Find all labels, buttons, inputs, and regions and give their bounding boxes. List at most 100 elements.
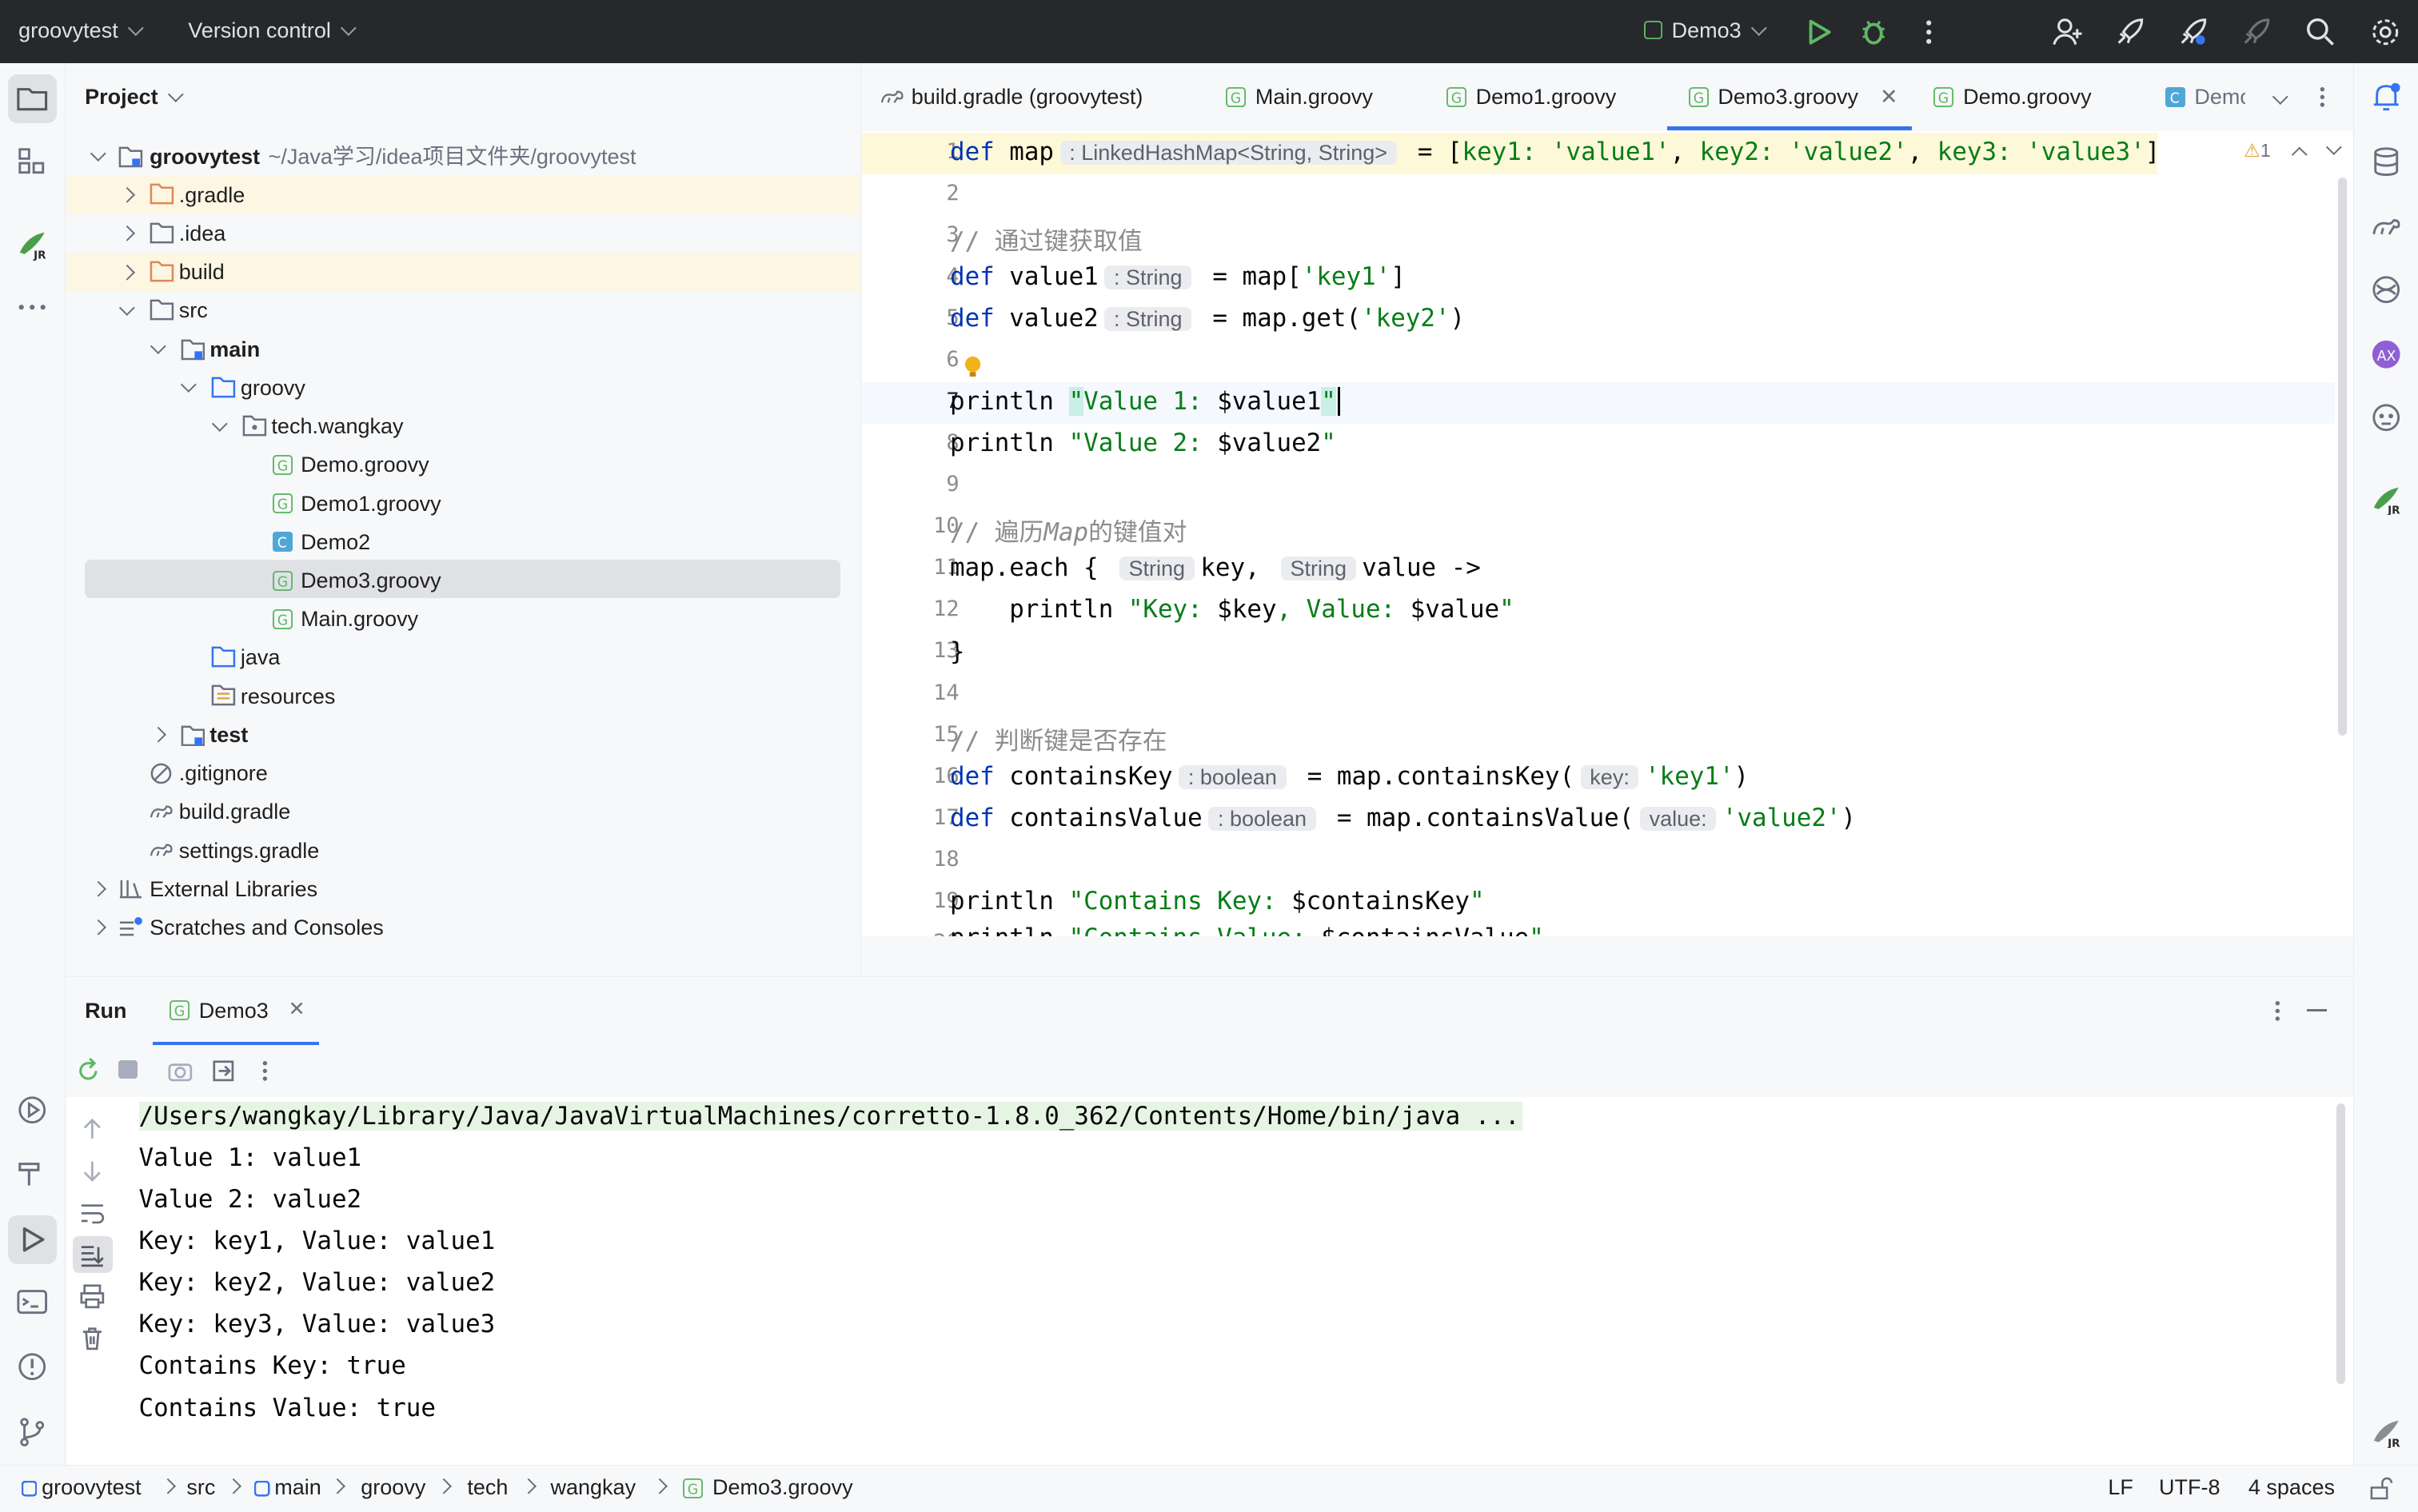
tab-demo3-groovy-active[interactable]: G Demo3.groovy ✕ [1666, 63, 1913, 131]
plugin-icon[interactable]: AX [2369, 337, 2403, 371]
console-line: Value 1: value1 [138, 1143, 362, 1173]
line-separator-indicator[interactable]: LF [2108, 1475, 2133, 1500]
print-icon[interactable] [78, 1283, 106, 1311]
breadcrumb-item[interactable]: tech [467, 1475, 508, 1500]
more-horizontal-icon[interactable] [15, 290, 49, 324]
more-vertical-icon[interactable] [2308, 83, 2336, 111]
breadcrumb-item[interactable]: src [186, 1475, 215, 1500]
exit-icon[interactable] [209, 1057, 237, 1085]
tab-demo2-truncated[interactable]: C Demo [2165, 63, 2245, 131]
chevron-up-icon[interactable] [2292, 146, 2308, 163]
tree-row-external-libraries[interactable]: External Libraries [66, 870, 860, 908]
scroll-to-end-button[interactable] [72, 1235, 113, 1274]
more-vertical-icon[interactable] [2264, 997, 2292, 1025]
tab-demo-groovy[interactable]: G Demo.groovy [1933, 63, 2092, 131]
tree-row-file[interactable]: G Demo1.groovy [66, 485, 860, 523]
run-icon[interactable] [1802, 15, 1835, 49]
tree-row-java-dir[interactable]: java [66, 638, 860, 676]
tree-row-package[interactable]: tech.wangkay [66, 407, 860, 445]
problems-icon[interactable] [15, 1350, 49, 1383]
jrebel-icon[interactable]: JR [2369, 481, 2403, 515]
rerun-icon[interactable] [74, 1057, 102, 1085]
code-editor[interactable]: 1 2 3 4 5 6 7 8 9 10 11 12 13 14 15 16 1… [862, 130, 2354, 936]
jrebel-icon[interactable]: JR [15, 226, 49, 261]
chevron-down-icon[interactable] [2326, 139, 2342, 155]
tree-row-file-selected[interactable]: G Demo3.groovy [66, 561, 860, 600]
tree-row-gradle-dir[interactable]: .gradle [66, 175, 861, 215]
project-selector[interactable]: groovytest [18, 18, 144, 43]
close-icon[interactable]: ✕ [289, 997, 305, 1021]
structure-icon[interactable] [15, 145, 49, 178]
rocket-upload-icon[interactable] [2176, 15, 2209, 49]
trash-icon[interactable] [78, 1324, 106, 1352]
database-icon[interactable] [2369, 145, 2403, 178]
arrow-down-icon[interactable] [78, 1157, 106, 1185]
tree-row-scratches[interactable]: Scratches and Consoles [66, 908, 860, 947]
more-vertical-icon[interactable] [1912, 15, 1945, 49]
run-config-selector[interactable]: Demo3 [1643, 18, 1767, 43]
project-view-selector[interactable]: Project [85, 85, 184, 110]
copilot-icon[interactable] [2369, 401, 2403, 434]
git-branch-icon[interactable] [15, 1414, 49, 1448]
lightbulb-icon[interactable] [964, 355, 982, 380]
tree-row-file[interactable]: G Main.groovy [66, 600, 860, 638]
camera-icon[interactable] [166, 1057, 194, 1085]
run-tab-demo3[interactable]: G Demo3 ✕ [152, 977, 320, 1046]
close-icon[interactable]: ✕ [1880, 63, 1898, 131]
param-hint: value: [1640, 806, 1717, 831]
tab-demo1-groovy[interactable]: G Demo1.groovy [1446, 63, 1616, 131]
line-number: 15 [933, 721, 960, 747]
chevron-right-icon [435, 1478, 452, 1494]
minimize-icon[interactable] [2307, 1009, 2328, 1012]
tab-main-groovy[interactable]: G Main.groovy [1226, 63, 1373, 131]
ai-assistant-icon[interactable] [2369, 273, 2403, 306]
tree-row-file[interactable]: C Demo2 [66, 523, 860, 561]
debug-icon[interactable] [1857, 15, 1890, 49]
console-scrollbar[interactable] [2336, 1103, 2346, 1384]
tree-row-groovy-dir[interactable]: groovy [66, 369, 860, 407]
tree-row-root[interactable]: groovytest ~/Java学习/idea项目文件夹/groovytest [66, 138, 860, 176]
tree-row-settings-gradle[interactable]: settings.gradle [66, 832, 860, 870]
arrow-up-icon[interactable] [78, 1115, 106, 1143]
rocket-disabled-icon[interactable] [2239, 15, 2272, 49]
services-icon[interactable] [15, 1093, 49, 1127]
tree-row-build-gradle[interactable]: build.gradle [66, 792, 860, 831]
project-tool-button[interactable] [7, 74, 58, 124]
settings-gear-icon[interactable] [2368, 15, 2402, 49]
rocket-icon[interactable] [2113, 15, 2146, 49]
build-hammer-icon[interactable] [15, 1156, 49, 1190]
tree-row-build-dir[interactable]: build [66, 253, 861, 292]
more-vertical-icon[interactable] [251, 1057, 279, 1085]
tab-build-gradle[interactable]: build.gradle (groovytest) [880, 63, 1143, 131]
jrebel-icon[interactable]: JR [2369, 1414, 2403, 1448]
vcs-menu[interactable]: Version control [188, 18, 357, 43]
editor-scrollbar[interactable] [2337, 177, 2348, 736]
gradle-icon[interactable] [2369, 209, 2403, 243]
breadcrumb-item[interactable]: wangkay [551, 1475, 636, 1500]
breadcrumb-item[interactable]: main [274, 1475, 321, 1500]
search-icon[interactable] [2304, 15, 2337, 49]
tree-row-src-dir[interactable]: src [66, 291, 860, 329]
tree-row-test-dir[interactable]: test [66, 716, 860, 754]
tree-row-gitignore[interactable]: .gitignore [66, 754, 860, 792]
tree-row-file[interactable]: G Demo.groovy [66, 445, 860, 484]
lock-icon[interactable] [2368, 1477, 2393, 1502]
soft-wrap-icon[interactable] [78, 1199, 106, 1227]
stop-icon[interactable] [118, 1059, 138, 1079]
tree-row-resources-dir[interactable]: resources [66, 677, 860, 716]
run-tool-button[interactable] [7, 1215, 58, 1265]
encoding-indicator[interactable]: UTF-8 [2159, 1475, 2220, 1500]
editor-tab-bar: build.gradle (groovytest) G Main.groovy G… [862, 63, 2354, 132]
add-user-icon[interactable] [2051, 15, 2085, 49]
tree-row-main-dir[interactable]: main [66, 330, 860, 369]
tree-row-idea-dir[interactable]: .idea [66, 214, 860, 253]
breadcrumb-item[interactable]: groovytest [42, 1475, 142, 1500]
breadcrumb-item[interactable]: groovy [361, 1475, 425, 1500]
indent-indicator[interactable]: 4 spaces [2248, 1475, 2335, 1500]
notifications-bell-icon[interactable] [2369, 80, 2403, 114]
tabs-dropdown-chevron-icon[interactable] [2272, 88, 2288, 105]
console-output[interactable]: /Users/wangkay/Library/Java/JavaVirtualM… [118, 1097, 2354, 1466]
inspection-widget[interactable]: ⚠1 [2244, 139, 2342, 163]
breadcrumb-item[interactable]: Demo3.groovy [712, 1475, 853, 1500]
terminal-icon[interactable] [15, 1285, 49, 1319]
